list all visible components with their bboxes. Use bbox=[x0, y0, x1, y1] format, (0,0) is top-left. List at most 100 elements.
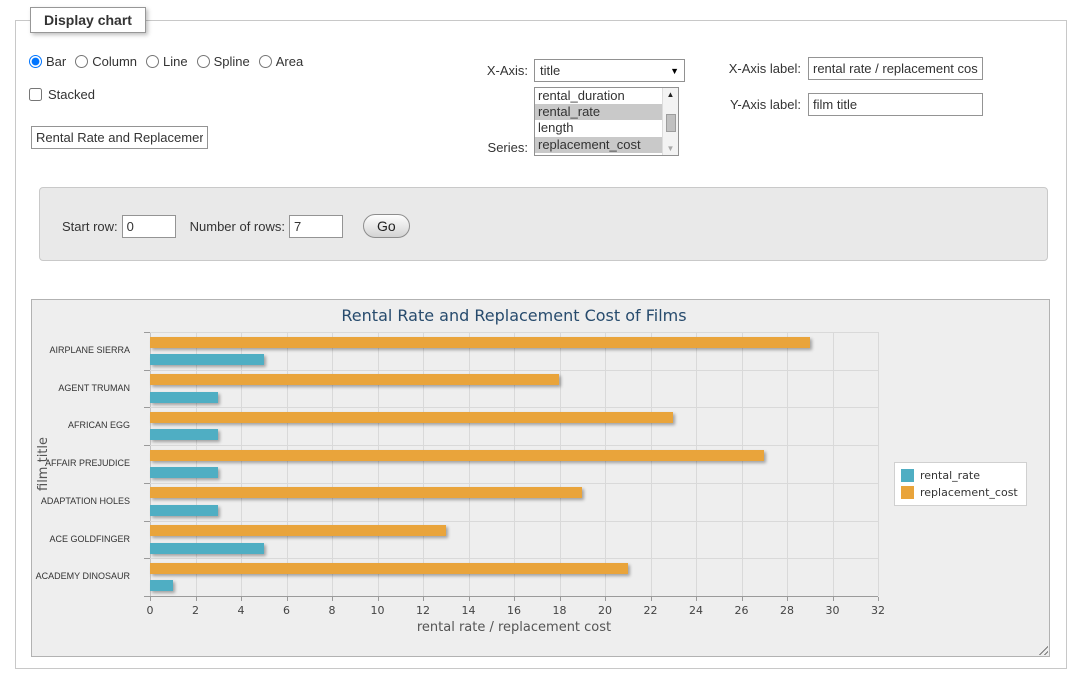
chart-title-input[interactable] bbox=[31, 126, 208, 149]
x-gridline bbox=[605, 332, 606, 596]
legend-item-rental_rate[interactable]: rental_rate bbox=[901, 467, 1018, 484]
x-axis-line bbox=[150, 596, 878, 597]
x-tick-mark bbox=[332, 597, 333, 601]
resize-grip-icon[interactable] bbox=[1036, 643, 1048, 655]
series-option-rental_duration[interactable]: rental_duration bbox=[535, 88, 662, 104]
display-chart-fieldset: Display chart Bar Column Line Spline Are… bbox=[15, 20, 1067, 669]
x-tick-label: 8 bbox=[317, 604, 347, 617]
bar-rental_rate bbox=[150, 429, 218, 440]
y-tick-mark bbox=[144, 483, 150, 484]
legend-item-replacement_cost[interactable]: replacement_cost bbox=[901, 484, 1018, 501]
row-range-box: Start row: Number of rows: Go bbox=[39, 187, 1048, 261]
chart-type-radio-1[interactable] bbox=[75, 55, 88, 68]
x-tick-label: 16 bbox=[499, 604, 529, 617]
x-tick-label: 30 bbox=[818, 604, 848, 617]
x-tick-mark bbox=[196, 597, 197, 601]
x-gridline bbox=[196, 332, 197, 596]
y-gridline bbox=[150, 332, 878, 333]
chart-type-option-bar[interactable]: Bar bbox=[29, 54, 66, 69]
scrollbar-thumb[interactable] bbox=[666, 114, 676, 132]
x-tick-mark bbox=[423, 597, 424, 601]
y-gridline bbox=[150, 483, 878, 484]
bar-replacement_cost bbox=[150, 374, 559, 385]
x-axis-label-label: X-Axis label: bbox=[706, 61, 801, 77]
series-option-length[interactable]: length bbox=[535, 120, 662, 136]
y-axis-label-input[interactable] bbox=[808, 93, 983, 116]
legend-label: rental_rate bbox=[920, 469, 980, 482]
start-row-input[interactable] bbox=[122, 215, 176, 238]
chart-type-option-column[interactable]: Column bbox=[75, 54, 137, 69]
chart-type-option-spline[interactable]: Spline bbox=[197, 54, 250, 69]
chart-type-label: Line bbox=[163, 54, 188, 69]
x-axis-select-label: X-Axis: bbox=[448, 63, 528, 79]
bar-replacement_cost bbox=[150, 450, 764, 461]
chart-type-radio-4[interactable] bbox=[259, 55, 272, 68]
stacked-checkbox[interactable] bbox=[29, 88, 42, 101]
x-tick-label: 18 bbox=[545, 604, 575, 617]
y-axis-label-label: Y-Axis label: bbox=[706, 97, 801, 113]
x-tick-mark bbox=[833, 597, 834, 601]
bar-replacement_cost bbox=[150, 337, 810, 348]
bar-rental_rate bbox=[150, 505, 218, 516]
bar-replacement_cost bbox=[150, 412, 673, 423]
x-axis-label-input[interactable] bbox=[808, 57, 983, 80]
series-option-replacement_cost[interactable]: replacement_cost bbox=[535, 137, 662, 153]
go-button[interactable]: Go bbox=[363, 214, 410, 238]
series-option-rental_rate[interactable]: rental_rate bbox=[535, 104, 662, 120]
stacked-option[interactable]: Stacked bbox=[29, 87, 95, 102]
legend-label: replacement_cost bbox=[920, 486, 1018, 499]
chart-type-radio-0[interactable] bbox=[29, 55, 42, 68]
x-tick-mark bbox=[878, 597, 879, 601]
x-tick-mark bbox=[378, 597, 379, 601]
y-tick-mark bbox=[144, 407, 150, 408]
bar-rental_rate bbox=[150, 467, 218, 478]
x-tick-label: 20 bbox=[590, 604, 620, 617]
bar-rental_rate bbox=[150, 580, 173, 591]
y-gridline bbox=[150, 521, 878, 522]
x-gridline bbox=[469, 332, 470, 596]
chart-x-axis-title: rental rate / replacement cost bbox=[150, 620, 878, 635]
legend-swatch-icon bbox=[901, 486, 914, 499]
x-tick-mark bbox=[787, 597, 788, 601]
chart-type-label: Area bbox=[276, 54, 303, 69]
chart-type-radio-2[interactable] bbox=[146, 55, 159, 68]
x-tick-mark bbox=[241, 597, 242, 601]
x-tick-label: 6 bbox=[272, 604, 302, 617]
x-tick-label: 12 bbox=[408, 604, 438, 617]
bar-replacement_cost bbox=[150, 525, 446, 536]
row-range-controls: Start row: Number of rows: Go bbox=[62, 214, 410, 238]
y-tick-mark bbox=[144, 558, 150, 559]
chart-legend: rental_rate replacement_cost bbox=[894, 462, 1027, 506]
x-tick-label: 32 bbox=[863, 604, 893, 617]
chart-type-option-area[interactable]: Area bbox=[259, 54, 303, 69]
x-axis-selected-value: title bbox=[540, 63, 560, 78]
legend-swatch-icon bbox=[901, 469, 914, 482]
start-row-label: Start row: bbox=[62, 219, 118, 234]
bar-rental_rate bbox=[150, 354, 264, 365]
scroll-up-icon[interactable]: ▲ bbox=[667, 88, 675, 101]
scroll-down-icon[interactable]: ▼ bbox=[667, 142, 675, 155]
x-tick-mark bbox=[742, 597, 743, 601]
x-tick-label: 10 bbox=[363, 604, 393, 617]
x-tick-mark bbox=[514, 597, 515, 601]
chart-type-radio-3[interactable] bbox=[197, 55, 210, 68]
y-gridline bbox=[150, 370, 878, 371]
x-tick-mark bbox=[696, 597, 697, 601]
y-gridline bbox=[150, 407, 878, 408]
x-tick-mark bbox=[651, 597, 652, 601]
x-tick-label: 0 bbox=[135, 604, 165, 617]
x-tick-label: 22 bbox=[636, 604, 666, 617]
bar-replacement_cost bbox=[150, 563, 628, 574]
category-label: AIRPLANE SIERRA bbox=[32, 332, 130, 370]
y-axis-line bbox=[150, 332, 151, 596]
category-labels: AIRPLANE SIERRAAGENT TRUMANAFRICAN EGGAF… bbox=[32, 332, 140, 596]
category-label: AFFAIR PREJUDICE bbox=[32, 445, 130, 483]
series-scrollbar[interactable]: ▲ ▼ bbox=[662, 88, 678, 155]
chart-type-label: Column bbox=[92, 54, 137, 69]
x-axis-select[interactable]: title ▼ bbox=[534, 59, 685, 82]
num-rows-input[interactable] bbox=[289, 215, 343, 238]
x-tick-label: 28 bbox=[772, 604, 802, 617]
chart-type-option-line[interactable]: Line bbox=[146, 54, 188, 69]
x-gridline bbox=[423, 332, 424, 596]
series-listbox[interactable]: rental_durationrental_ratelengthreplacem… bbox=[534, 87, 679, 156]
